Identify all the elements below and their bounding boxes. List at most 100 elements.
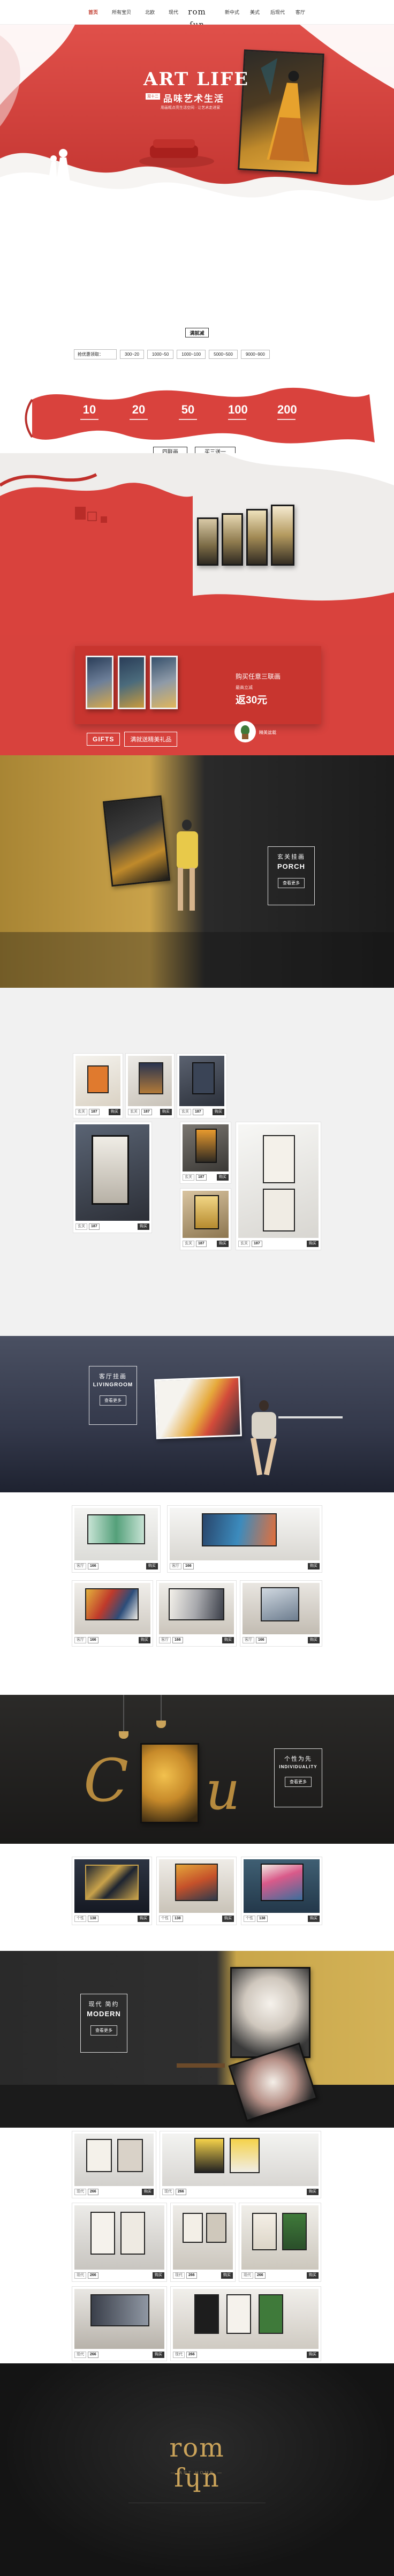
coupon-card[interactable]: 20 xyxy=(130,403,148,420)
product-card[interactable]: 玄关 187 购买 xyxy=(73,1053,123,1118)
buy-button[interactable]: 购买 xyxy=(307,1241,319,1247)
quad-painting-3[interactable] xyxy=(246,509,268,566)
quad-painting-1[interactable] xyxy=(197,517,218,566)
buy-button[interactable]: 购买 xyxy=(160,1109,172,1115)
buy-button[interactable]: 购买 xyxy=(142,2189,154,2195)
footer-logo: rom ſɥn xyxy=(169,2433,225,2493)
triptych-line1: 购买任意三联画 xyxy=(236,673,281,680)
gold-letter-sculpture-2: u xyxy=(206,1759,240,1822)
product-card[interactable]: 现代 266 购买 xyxy=(170,2286,321,2361)
buy-button[interactable]: 购买 xyxy=(307,2189,319,2195)
buy-button[interactable]: 购买 xyxy=(222,1916,234,1922)
buy-button[interactable]: 购买 xyxy=(138,1223,149,1230)
product-card[interactable]: 玄关 187 购买 xyxy=(177,1053,227,1118)
product-card[interactable]: 现代 266 购买 xyxy=(170,2203,236,2282)
quad-painting-4[interactable] xyxy=(271,505,294,566)
individuality-main-painting[interactable] xyxy=(140,1743,199,1823)
buy-button[interactable]: 购买 xyxy=(109,1109,120,1115)
lamp-shade-1 xyxy=(119,1731,128,1739)
coupon-range-item[interactable]: 300~20 xyxy=(120,350,144,359)
living-main-painting[interactable] xyxy=(154,1376,242,1439)
buy-button[interactable]: 购买 xyxy=(308,1637,320,1643)
hero-description: 用画框点亮生活空间 · 让艺术走进家 xyxy=(161,106,221,110)
buy-button[interactable]: 购买 xyxy=(308,1563,320,1569)
gifts-text[interactable]: 满就送精美礼品 xyxy=(124,732,178,747)
coupon-range-item[interactable]: 1000~50 xyxy=(147,350,174,359)
buy-button[interactable]: 购买 xyxy=(153,2272,164,2279)
product-tag: 现代 xyxy=(74,2272,86,2279)
buy-button[interactable]: 购买 xyxy=(139,1637,150,1643)
coupon-range-item[interactable]: 9000~900 xyxy=(240,350,270,359)
buy-button[interactable]: 购买 xyxy=(221,2272,233,2279)
product-card[interactable]: 客厅 166 购买 xyxy=(72,1505,161,1573)
coupon-card[interactable]: 10 xyxy=(80,403,98,420)
product-card[interactable]: 现代 266 购买 xyxy=(72,2203,167,2282)
nav-item-american[interactable]: 美式 xyxy=(250,9,260,16)
product-card[interactable]: 客厅 166 购买 xyxy=(156,1580,237,1647)
product-price: 187 xyxy=(196,1241,207,1247)
product-price: 166 xyxy=(88,1563,98,1569)
product-card[interactable]: 客厅 166 购买 xyxy=(167,1505,322,1573)
product-tag: 客厅 xyxy=(74,1637,86,1643)
product-card[interactable]: 个性 138 购买 xyxy=(72,1857,152,1925)
product-card[interactable]: 玄关 187 购买 xyxy=(125,1053,175,1118)
individuality-banner: C u 个性为先 INDIVIDUALITY 查看更多 xyxy=(0,1695,394,1844)
buy-button[interactable]: 购买 xyxy=(213,1109,224,1115)
product-card[interactable]: 玄关 187 购买 xyxy=(236,1122,321,1250)
product-card[interactable]: 玄关 187 购买 xyxy=(73,1122,152,1233)
product-card[interactable]: 玄关 187 购买 xyxy=(180,1188,231,1250)
product-card[interactable]: 现代 266 购买 xyxy=(72,2131,156,2198)
hero-featured-painting[interactable] xyxy=(238,49,324,174)
porch-main-painting[interactable] xyxy=(102,795,171,887)
product-card[interactable]: 现代 266 购买 xyxy=(72,2286,167,2361)
quad-painting-2[interactable] xyxy=(222,513,243,566)
modern-more-button[interactable]: 查看更多 xyxy=(90,2025,117,2036)
hero-title: ART LIFE xyxy=(143,69,249,90)
living-ballet-bar xyxy=(278,1416,343,1418)
coupon-range-item[interactable]: 5000~500 xyxy=(209,350,238,359)
gifts-tag: GIFTS xyxy=(87,733,120,746)
individuality-more-button[interactable]: 查看更多 xyxy=(285,1777,312,1787)
product-card[interactable]: 现代 266 购买 xyxy=(239,2203,321,2282)
nav-menu-right: 新中式 美式 后现代 客厅 xyxy=(225,9,305,16)
buy-button[interactable]: 购买 xyxy=(308,1916,320,1922)
porch-more-button[interactable]: 查看更多 xyxy=(278,878,305,888)
triptych-card[interactable]: 购买任意三联画 最高立减 返30元 xyxy=(75,646,321,724)
product-card[interactable]: 客厅 166 购买 xyxy=(72,1580,153,1647)
buy-button[interactable]: 购买 xyxy=(307,2272,319,2279)
product-price: 166 xyxy=(172,1637,183,1643)
individuality-label-cn: 个性为先 xyxy=(284,1756,312,1762)
product-card[interactable]: 现代 266 购买 xyxy=(160,2131,321,2198)
buy-button[interactable]: 购买 xyxy=(146,1563,158,1569)
nav-item-nordic[interactable]: 北欧 xyxy=(145,9,155,16)
coupon-card[interactable]: 100 xyxy=(228,403,248,420)
nav-item-postmodern[interactable]: 后现代 xyxy=(270,9,285,16)
nav-item-modern[interactable]: 现代 xyxy=(169,9,178,16)
product-tag: 客厅 xyxy=(159,1637,171,1643)
coupon-range-label: 抢优惠领取： xyxy=(74,349,117,359)
product-card[interactable]: 客厅 166 购买 xyxy=(240,1580,322,1647)
coupon-card[interactable]: 200 xyxy=(277,403,297,420)
coupon-card[interactable]: 50 xyxy=(179,403,197,420)
buy-button[interactable]: 购买 xyxy=(138,1916,149,1922)
nav-item-chinese[interactable]: 新中式 xyxy=(225,9,239,16)
nav-logo[interactable]: rom ſɥn xyxy=(180,5,214,29)
product-card[interactable]: 个性 138 购买 xyxy=(156,1857,237,1925)
nav-item-home[interactable]: 首页 xyxy=(88,9,98,16)
nav-item-all[interactable]: 所有宝贝 xyxy=(112,9,131,16)
nav-item-living[interactable]: 客厅 xyxy=(296,9,305,16)
buy-button[interactable]: 购买 xyxy=(222,1637,234,1643)
buy-button[interactable]: 购买 xyxy=(217,1241,229,1247)
porch-label: 玄关挂画 PORCH 查看更多 xyxy=(268,846,315,905)
porch-label-en: PORCH xyxy=(277,862,305,870)
coupon-range-item[interactable]: 1000~100 xyxy=(177,350,206,359)
product-price: 138 xyxy=(88,1916,98,1922)
living-more-button[interactable]: 查看更多 xyxy=(100,1395,126,1406)
buy-button[interactable]: 购买 xyxy=(153,2352,164,2358)
buy-button[interactable]: 购买 xyxy=(217,1174,229,1181)
product-card[interactable]: 玄关 187 购买 xyxy=(180,1122,231,1184)
hero-badge: 双十二 xyxy=(146,93,160,100)
product-tag: 客厅 xyxy=(243,1637,254,1643)
product-card[interactable]: 个性 138 购买 xyxy=(241,1857,322,1925)
buy-button[interactable]: 购买 xyxy=(307,2352,319,2358)
